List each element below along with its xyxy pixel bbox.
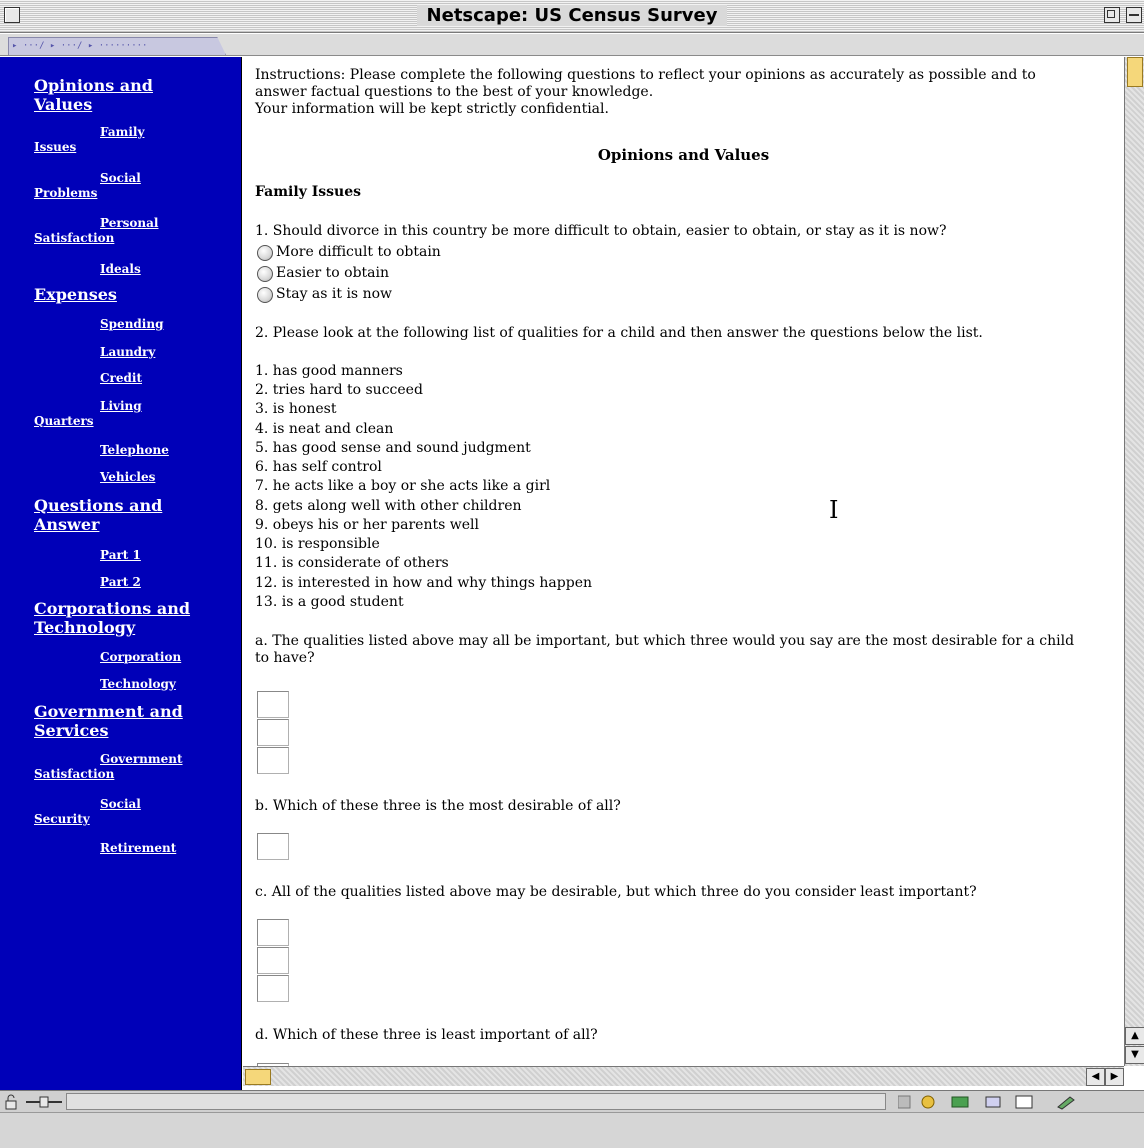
nav-corporations-and-technology[interactable]: Corporations and Technology bbox=[34, 599, 224, 637]
most-desirable-of-all-input[interactable] bbox=[257, 833, 289, 860]
nav-government-satisfaction[interactable]: Government Satisfaction bbox=[34, 752, 204, 782]
nav-social-security[interactable]: Social Security bbox=[34, 797, 204, 827]
horizontal-scroll-thumb[interactable] bbox=[245, 1069, 271, 1085]
radio-easier[interactable] bbox=[257, 266, 273, 282]
quality-item: 2. tries hard to succeed bbox=[255, 382, 423, 398]
nav-telephone[interactable]: Telephone bbox=[34, 443, 204, 458]
status-bar bbox=[0, 1090, 1144, 1148]
radio-label-stay-same: Stay as it is now bbox=[276, 286, 392, 302]
quality-item: 8. gets along well with other children bbox=[255, 498, 522, 514]
subsection-title: Family Issues bbox=[255, 184, 361, 200]
radio-more-difficult[interactable] bbox=[257, 245, 273, 261]
vertical-scrollbar[interactable]: ▲ ▼ bbox=[1124, 57, 1144, 1066]
text-cursor-icon: I bbox=[829, 496, 839, 524]
most-desirable-input-3[interactable] bbox=[257, 747, 289, 774]
quality-item: 5. has good sense and sound judgment bbox=[255, 440, 531, 456]
connection-icon bbox=[26, 1094, 62, 1110]
nav-social-problems[interactable]: Social Problems bbox=[34, 171, 204, 201]
nav-corporation[interactable]: Corporation bbox=[34, 650, 204, 665]
window-title: Netscape: US Census Survey bbox=[416, 5, 728, 26]
instructions-line-2: answer factual questions to the best of … bbox=[255, 84, 654, 100]
nav-spending[interactable]: Spending bbox=[34, 317, 204, 332]
quality-item: 11. is considerate of others bbox=[255, 555, 449, 571]
nav-part-1[interactable]: Part 1 bbox=[34, 548, 204, 563]
question-1-text: 1. Should divorce in this country be mor… bbox=[255, 223, 947, 239]
nav-ideals[interactable]: Ideals bbox=[34, 262, 204, 277]
collapsed-toolbar-tab[interactable]: ▸ ···/ ▸ ···/ ▸ ········· bbox=[8, 37, 226, 55]
scroll-up-arrow-icon[interactable]: ▲ bbox=[1125, 1027, 1144, 1045]
sidebar-nav: Opinions and Values Family Issues Social… bbox=[0, 57, 242, 1090]
radio-label-more-difficult: More difficult to obtain bbox=[276, 244, 441, 260]
nav-questions-and-answer[interactable]: Questions and Answer bbox=[34, 496, 224, 534]
quality-item: 9. obeys his or her parents well bbox=[255, 517, 479, 533]
nav-laundry[interactable]: Laundry bbox=[34, 345, 204, 360]
quality-item: 1. has good manners bbox=[255, 363, 403, 379]
quality-item: 10. is responsible bbox=[255, 536, 380, 552]
nav-technology[interactable]: Technology bbox=[34, 677, 204, 692]
most-desirable-input-1[interactable] bbox=[257, 691, 289, 718]
nav-retirement[interactable]: Retirement bbox=[34, 841, 204, 856]
status-message-field bbox=[66, 1093, 886, 1110]
nav-opinions-and-values[interactable]: Opinions and Values bbox=[34, 76, 224, 114]
security-lock-icon[interactable] bbox=[4, 1094, 24, 1110]
instructions-line-1: Instructions: Please complete the follow… bbox=[255, 67, 1036, 83]
status-strip bbox=[0, 1091, 1144, 1113]
quality-item: 4. is neat and clean bbox=[255, 421, 394, 437]
scroll-right-arrow-icon[interactable]: ▶ bbox=[1105, 1068, 1124, 1086]
nav-part-2[interactable]: Part 2 bbox=[34, 575, 204, 590]
least-important-input-3[interactable] bbox=[257, 975, 289, 1002]
nav-vehicles[interactable]: Vehicles bbox=[34, 470, 204, 485]
question-a-line-1: a. The qualities listed above may all be… bbox=[255, 633, 1075, 649]
window-title-bar[interactable]: Netscape: US Census Survey bbox=[0, 0, 1144, 33]
nav-credit[interactable]: Credit bbox=[34, 371, 204, 386]
least-important-input-1[interactable] bbox=[257, 919, 289, 946]
nav-living-quarters[interactable]: Living Quarters bbox=[34, 399, 204, 429]
quality-item: 13. is a good student bbox=[255, 594, 404, 610]
instructions-line-3: Your information will be kept strictly c… bbox=[255, 101, 609, 117]
most-desirable-input-2[interactable] bbox=[257, 719, 289, 746]
radio-label-easier: Easier to obtain bbox=[276, 265, 390, 281]
scroll-down-arrow-icon[interactable]: ▼ bbox=[1125, 1046, 1144, 1064]
question-a-line-2: to have? bbox=[255, 650, 315, 666]
question-c: c. All of the qualities listed above may… bbox=[255, 884, 977, 900]
quality-item: 7. he acts like a boy or she acts like a… bbox=[255, 478, 551, 494]
component-bar-icons[interactable] bbox=[897, 1094, 1118, 1110]
question-2-intro: 2. Please look at the following list of … bbox=[255, 325, 983, 341]
horizontal-scrollbar[interactable]: ◀ ▶ bbox=[243, 1066, 1124, 1086]
section-title: Opinions and Values bbox=[597, 146, 770, 164]
vertical-scroll-thumb[interactable] bbox=[1127, 57, 1143, 87]
quality-item: 6. has self control bbox=[255, 459, 382, 475]
question-b: b. Which of these three is the most desi… bbox=[255, 798, 621, 814]
zoom-box-icon[interactable] bbox=[1104, 7, 1120, 23]
collapse-box-icon[interactable] bbox=[1126, 7, 1142, 23]
nav-expenses[interactable]: Expenses bbox=[34, 285, 224, 304]
nav-personal-satisfaction[interactable]: Personal Satisfaction bbox=[34, 216, 204, 246]
nav-family-issues[interactable]: Family Issues bbox=[34, 125, 204, 155]
scroll-left-arrow-icon[interactable]: ◀ bbox=[1086, 1068, 1105, 1086]
collapsed-toolbar-row: ▸ ···/ ▸ ···/ ▸ ········· bbox=[0, 34, 1144, 56]
least-important-input-2[interactable] bbox=[257, 947, 289, 974]
survey-content: Instructions: Please complete the follow… bbox=[243, 57, 1124, 1066]
radio-stay-same[interactable] bbox=[257, 287, 273, 303]
nav-government-and-services[interactable]: Government and Services bbox=[34, 702, 224, 740]
quality-item: 3. is honest bbox=[255, 401, 337, 417]
quality-item: 12. is interested in how and why things … bbox=[255, 575, 592, 591]
question-d: d. Which of these three is least importa… bbox=[255, 1027, 598, 1043]
